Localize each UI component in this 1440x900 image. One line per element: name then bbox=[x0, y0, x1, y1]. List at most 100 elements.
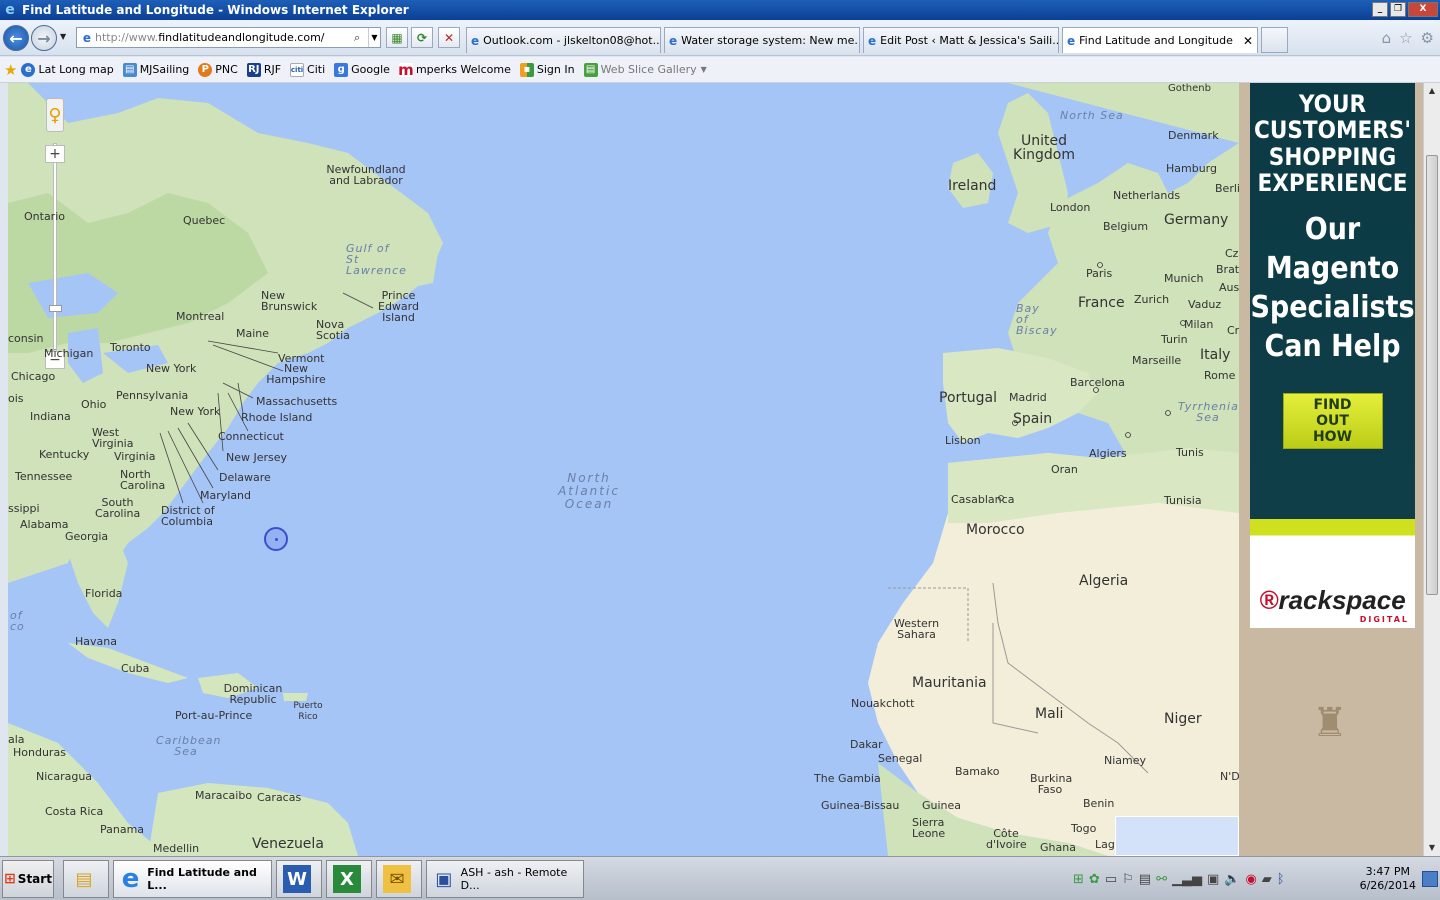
label-marseille: Marseille bbox=[1132, 354, 1182, 367]
rackspace-ad-banner[interactable]: YOUR CUSTOMERS' SHOPPING EXPERIENCE Our … bbox=[1250, 83, 1415, 628]
address-dropdown[interactable]: ▼ bbox=[368, 28, 380, 47]
back-button[interactable]: ← bbox=[3, 25, 29, 51]
label-ontario: Ontario bbox=[24, 210, 65, 223]
taskbar-remote-desktop[interactable]: ▣ ASH - ash - Remote D... bbox=[426, 860, 584, 898]
label-hamburg: Hamburg bbox=[1166, 162, 1217, 175]
label-georgia: Georgia bbox=[65, 530, 109, 543]
favorite-web-slice-gallery[interactable]: ▤ Web Slice Gallery ▼ bbox=[583, 62, 707, 77]
tray-add-icon[interactable]: ⊞ bbox=[1073, 872, 1084, 887]
tray-volume-icon[interactable]: 🔈 bbox=[1224, 872, 1240, 887]
favorite-google[interactable]: g Google bbox=[334, 62, 390, 77]
tray-computer-icon[interactable]: ▣ bbox=[1207, 872, 1219, 887]
gear-icon[interactable]: ⚙ bbox=[1421, 29, 1434, 47]
label-massachusetts: Massachusetts bbox=[256, 395, 338, 408]
window-title-bar: e Find Latitude and Longitude - Windows … bbox=[0, 0, 1440, 20]
location-marker[interactable] bbox=[264, 527, 288, 551]
clock-date: 6/26/2014 bbox=[1359, 879, 1416, 892]
taskbar-ie-find-latitude[interactable]: e Find Latitude and L... bbox=[113, 860, 272, 898]
tray-display-icon[interactable]: ▰ bbox=[1262, 872, 1272, 887]
label-lisbon: Lisbon bbox=[945, 434, 981, 447]
label-costa-rica: Costa Rica bbox=[45, 805, 104, 818]
tray-monitor-icon[interactable]: ▭ bbox=[1105, 872, 1117, 887]
tab-water-storage[interactable]: e Water storage system: New me... bbox=[664, 27, 860, 53]
tray-flag-icon[interactable]: ⚐ bbox=[1122, 872, 1134, 887]
taskbar-outlook[interactable]: ✉ bbox=[376, 860, 422, 898]
close-tab-icon[interactable]: ✕ bbox=[1235, 34, 1253, 48]
label-north-atlantic-ocean: North Atlantic Ocean bbox=[558, 471, 620, 511]
tray-red-app-icon[interactable]: ◉ bbox=[1245, 872, 1256, 887]
compatibility-view-button[interactable]: ▦ bbox=[386, 27, 408, 48]
overview-minimap[interactable] bbox=[1115, 816, 1239, 856]
label-havana: Havana bbox=[75, 635, 117, 648]
label-denmark: Denmark bbox=[1168, 129, 1219, 142]
new-tab-button[interactable] bbox=[1261, 27, 1288, 53]
taskbar-word[interactable]: W bbox=[276, 860, 322, 898]
label-guinea: Guinea bbox=[922, 799, 962, 812]
page-ie-icon: e bbox=[82, 30, 92, 45]
taskbar-excel[interactable]: X bbox=[326, 860, 372, 898]
vertical-scrollbar[interactable]: ▲ ▼ bbox=[1423, 83, 1440, 856]
label-district-of-columbia: District of Columbia bbox=[161, 504, 215, 528]
favorite-pnc[interactable]: P PNC bbox=[198, 62, 238, 77]
favorite-mperks[interactable]: m mperks Welcome bbox=[398, 61, 511, 79]
label-delaware: Delaware bbox=[219, 471, 271, 484]
tab-outlook[interactable]: e Outlook.com - jlskelton08@hot... bbox=[466, 27, 661, 53]
ad-mid-3: Specialists bbox=[1250, 289, 1415, 325]
zoom-in-button[interactable]: + bbox=[45, 145, 65, 163]
url-text[interactable]: http://www.findlatitudeandlongitude.com/ bbox=[95, 31, 354, 44]
stop-button[interactable]: ✕ bbox=[438, 27, 460, 48]
label-connecticut: Connecticut bbox=[218, 430, 284, 443]
favorite-citi[interactable]: citi Citi bbox=[290, 62, 325, 77]
tab-edit-post[interactable]: e Edit Post ‹ Matt & Jessica's Saili... bbox=[863, 27, 1059, 53]
label-maine: Maine bbox=[236, 327, 270, 340]
favorite-lat-long-map[interactable]: e Lat Long map bbox=[21, 62, 114, 77]
refresh-button[interactable]: ⟳ bbox=[411, 27, 433, 48]
ie-icon: e bbox=[21, 62, 36, 77]
label-munich: Munich bbox=[1164, 272, 1204, 285]
zoom-slider-track[interactable] bbox=[53, 143, 57, 363]
tab-find-latitude[interactable]: e Find Latitude and Longitude ✕ bbox=[1062, 27, 1258, 53]
address-bar[interactable]: e http://www.findlatitudeandlongitude.co… bbox=[76, 27, 381, 48]
system-clock[interactable]: 3:47 PM 6/26/2014 bbox=[1360, 865, 1416, 893]
recent-pages-dropdown[interactable]: ▼ bbox=[60, 32, 66, 41]
label-zurich: Zurich bbox=[1134, 293, 1170, 306]
favorite-rjf[interactable]: RJ RJF bbox=[246, 62, 281, 77]
label-caribbean-sea: Caribbean Sea bbox=[156, 734, 222, 758]
forward-button[interactable]: → bbox=[31, 25, 57, 51]
minimize-button[interactable]: _ bbox=[1372, 2, 1388, 17]
scrollbar-thumb[interactable] bbox=[1426, 155, 1438, 595]
find-out-how-button[interactable]: FIND OUT HOW bbox=[1282, 392, 1383, 449]
search-icon[interactable]: ⌕ bbox=[354, 31, 368, 45]
label-germany: Germany bbox=[1164, 212, 1229, 228]
tray-network-green-icon[interactable]: ✿ bbox=[1089, 872, 1100, 887]
label-maracaibo: Maracaibo bbox=[195, 789, 253, 802]
tray-wifi-green-icon[interactable]: ⚯ bbox=[1156, 872, 1167, 887]
label-guatemala: ala bbox=[8, 733, 25, 746]
favorite-mjsailing[interactable]: ▤ MJSailing bbox=[122, 62, 189, 77]
label-spain: Spain bbox=[1013, 411, 1053, 427]
show-desktop-button[interactable] bbox=[1422, 871, 1438, 887]
street-view-pegman-icon[interactable]: ♀ bbox=[46, 98, 64, 132]
label-north-sea: North Sea bbox=[1060, 109, 1124, 122]
map-viewport[interactable]: ♀ + − Newfoundland and Labrador Quebec O… bbox=[8, 83, 1239, 856]
favorites-star-icon[interactable]: ★ bbox=[4, 61, 17, 79]
tray-signal-icon[interactable]: ▁▃▅ bbox=[1172, 872, 1202, 887]
zoom-slider-thumb[interactable] bbox=[49, 305, 62, 312]
favorites-star-icon[interactable]: ☆ bbox=[1399, 29, 1412, 47]
close-window-button[interactable]: X bbox=[1408, 2, 1438, 17]
forward-arrow-icon: → bbox=[37, 28, 51, 48]
tray-printer-icon[interactable]: ▤ bbox=[1139, 872, 1151, 887]
scroll-down-arrow-icon[interactable]: ▼ bbox=[1424, 840, 1440, 856]
tray-bluetooth-icon[interactable]: ᛒ bbox=[1277, 872, 1285, 887]
start-button[interactable]: ⊞ Start bbox=[2, 860, 54, 898]
label-tyrrhenian-sea: Tyrrhenian Sea bbox=[1178, 400, 1239, 424]
scroll-up-arrow-icon[interactable]: ▲ bbox=[1424, 83, 1440, 99]
taskbar-explorer[interactable]: ▤ bbox=[63, 860, 109, 898]
folder-icon: ▤ bbox=[75, 868, 93, 890]
label-panama: Panama bbox=[100, 823, 145, 836]
restore-button[interactable]: ❐ bbox=[1390, 2, 1406, 17]
label-wisconsin: consin bbox=[8, 332, 44, 345]
favorite-sign-in[interactable]: ▪ Sign In bbox=[519, 62, 575, 77]
home-icon[interactable]: ⌂ bbox=[1382, 29, 1392, 47]
label-bratislava: Brat bbox=[1216, 263, 1239, 276]
